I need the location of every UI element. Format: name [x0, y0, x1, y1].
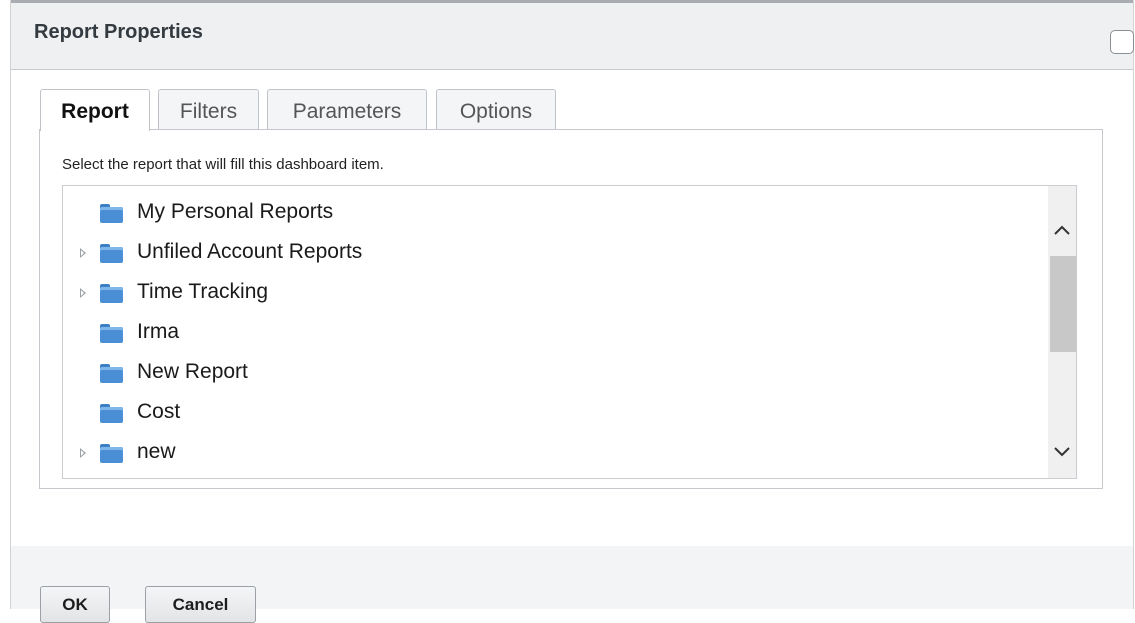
folder-icon	[100, 204, 123, 223]
instruction-text: Select the report that will fill this da…	[62, 156, 384, 173]
folder-icon	[100, 324, 123, 343]
dialog-titlebar: Report Properties	[11, 0, 1134, 70]
tree-scrollbar[interactable]	[1048, 186, 1076, 478]
expand-arrow-icon[interactable]	[80, 248, 86, 258]
tree-item[interactable]: Irma	[63, 313, 1043, 353]
folder-icon	[100, 364, 123, 383]
dialog-title: Report Properties	[34, 21, 203, 43]
titlebar-checkbox[interactable]	[1110, 30, 1134, 54]
chevron-down-icon[interactable]	[1048, 442, 1076, 462]
tree-item[interactable]: new	[63, 433, 1043, 473]
report-tree[interactable]: My Personal Reports Unfiled Account Repor…	[62, 185, 1077, 479]
tree-item-label: Cost	[137, 400, 181, 423]
cancel-button[interactable]: Cancel	[145, 586, 256, 623]
tree-item-label: Irma	[137, 320, 179, 343]
tree-item-label: New Report	[137, 360, 248, 383]
tree-item[interactable]: Cost	[63, 393, 1043, 433]
tree-item-label: Unfiled Account Reports	[137, 240, 363, 263]
folder-icon	[100, 404, 123, 423]
ok-button[interactable]: OK	[40, 586, 110, 623]
folder-icon	[100, 284, 123, 303]
dialog-footer: OK Cancel	[11, 546, 1133, 623]
tree-item[interactable]: New Report	[63, 353, 1043, 393]
tab-report[interactable]: Report	[40, 89, 150, 131]
folder-icon	[100, 244, 123, 263]
folder-icon	[100, 444, 123, 463]
scrollbar-thumb[interactable]	[1050, 256, 1076, 352]
expand-arrow-icon[interactable]	[80, 448, 86, 458]
report-tab-panel: Select the report that will fill this da…	[39, 129, 1103, 489]
tree-item[interactable]: My Personal Reports	[63, 193, 1043, 233]
chevron-up-icon[interactable]	[1048, 220, 1076, 240]
tab-filters[interactable]: Filters	[158, 89, 259, 130]
report-properties-dialog: Report Properties Report Filters Paramet…	[10, 0, 1134, 623]
tab-parameters[interactable]: Parameters	[267, 89, 427, 130]
tree-item[interactable]: Advanced Reports	[63, 473, 1043, 478]
expand-arrow-icon[interactable]	[80, 288, 86, 298]
tree-item-label: new	[137, 440, 176, 463]
tree-item-label: My Personal Reports	[137, 200, 334, 223]
tree-item-label: Time Tracking	[137, 280, 269, 303]
tree-item[interactable]: Unfiled Account Reports	[63, 233, 1043, 273]
tab-options[interactable]: Options	[436, 89, 556, 130]
tree-item[interactable]: Time Tracking	[63, 273, 1043, 313]
